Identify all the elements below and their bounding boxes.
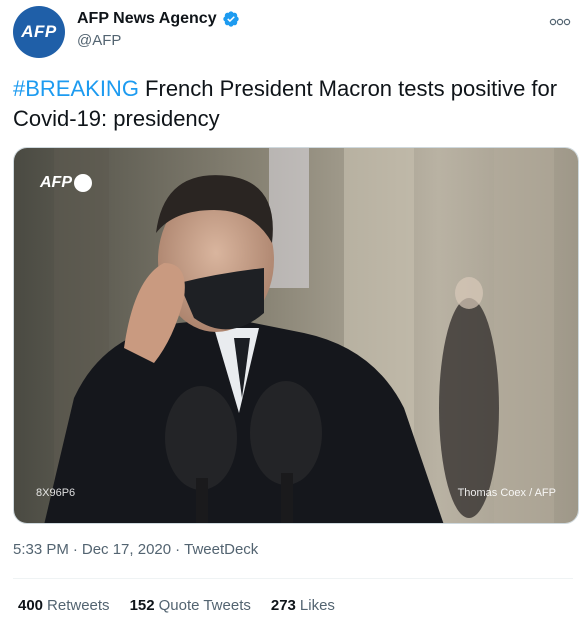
- meta-separator: ·: [72, 541, 78, 558]
- quote-tweets-stat[interactable]: 152 Quote Tweets: [130, 597, 251, 614]
- quote-tweets-label: Quote Tweets: [158, 597, 251, 614]
- retweets-count: 400: [18, 597, 44, 614]
- avatar[interactable]: AFP: [13, 6, 65, 58]
- tweet-date[interactable]: Dec 17, 2020: [82, 541, 171, 558]
- engagement-stats: 400 Retweets 152 Quote Tweets 273 Likes: [18, 597, 335, 614]
- handle[interactable]: @AFP: [77, 32, 240, 49]
- more-options-icon[interactable]: [549, 14, 571, 26]
- photo-image: [14, 148, 578, 523]
- author-block: AFP News Agency @AFP: [77, 10, 240, 49]
- tweet-photo[interactable]: AFP 8X96P6 Thomas Coex / AFP: [13, 147, 579, 524]
- divider: [13, 578, 573, 579]
- photo-id: 8X96P6: [36, 487, 76, 499]
- tweet-header: AFP AFP News Agency @AFP: [13, 6, 573, 62]
- afp-watermark-logo: AFP: [40, 174, 92, 192]
- quote-tweets-count: 152: [129, 597, 155, 614]
- likes-count: 273: [270, 597, 296, 614]
- hashtag-link[interactable]: #BREAKING: [13, 76, 139, 101]
- retweets-label: Retweets: [47, 597, 110, 614]
- verified-badge-icon: [222, 10, 240, 28]
- tweet-time[interactable]: 5:33 PM: [13, 541, 69, 558]
- display-name[interactable]: AFP News Agency: [77, 10, 217, 28]
- tweet-meta: 5:33 PM · Dec 17, 2020 · TweetDeck: [13, 541, 258, 558]
- photo-credit: Thomas Coex / AFP: [457, 487, 556, 499]
- name-row: AFP News Agency: [77, 10, 240, 28]
- retweets-stat[interactable]: 400 Retweets: [18, 597, 110, 614]
- likes-label: Likes: [299, 597, 335, 614]
- meta-separator: ·: [175, 541, 181, 558]
- tweet-source[interactable]: TweetDeck: [184, 541, 258, 558]
- likes-stat[interactable]: 273 Likes: [271, 597, 335, 614]
- tweet-text: #BREAKING French President Macron tests …: [13, 74, 573, 134]
